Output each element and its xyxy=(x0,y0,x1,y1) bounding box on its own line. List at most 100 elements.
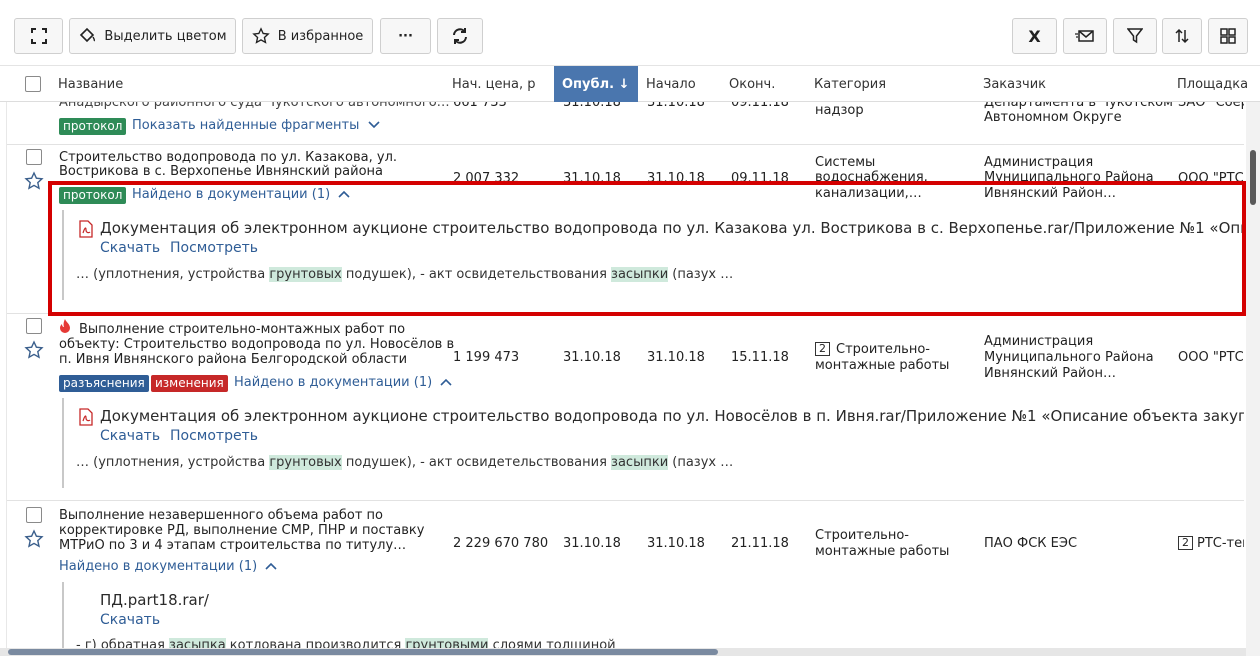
send-email-button[interactable] xyxy=(1063,18,1107,54)
row-customer-line2: Автономном Округе xyxy=(984,110,1122,125)
row-customer-line2: Муниципального Района xyxy=(984,170,1154,185)
column-header-published[interactable]: Опубл. ↓ xyxy=(554,66,638,102)
snippet-text: (пазух … xyxy=(668,267,734,282)
snippet-match: грунтовыми xyxy=(405,638,489,648)
snippet-text: котлована производится xyxy=(225,638,406,648)
show-fragments-link[interactable]: Показать найденные фрагменты xyxy=(132,118,380,133)
download-link[interactable]: Скачать xyxy=(100,612,160,628)
changes-badge: изменения xyxy=(151,375,228,392)
column-header-start[interactable]: Начало xyxy=(646,66,696,102)
row-start: 31.10.18 xyxy=(647,536,705,551)
favorite-star-icon[interactable] xyxy=(24,340,44,360)
more-actions-button[interactable]: ··· xyxy=(380,18,431,54)
fullscreen-button[interactable] xyxy=(14,18,63,54)
chevron-up-icon xyxy=(440,378,452,386)
fullscreen-icon xyxy=(30,28,47,44)
row-category-line1: Строительно- xyxy=(836,342,930,357)
row-platform: ООО "РТС xyxy=(1178,171,1244,186)
row-checkbox[interactable] xyxy=(26,149,42,165)
row-divider xyxy=(7,313,1244,314)
document-title[interactable]: Документация об электронном аукционе стр… xyxy=(100,407,1244,425)
row-title-line3[interactable]: МТРиО по 3 и 4 этапам строительства по т… xyxy=(59,538,406,553)
row-end: 09.11.18 xyxy=(731,102,789,110)
row-category-line1: Системы xyxy=(815,155,876,170)
download-link[interactable]: Скачать xyxy=(100,428,160,444)
found-in-docs-toggle[interactable]: Найдено в документации (1) xyxy=(234,375,452,390)
protocol-badge: протокол xyxy=(59,187,127,204)
document-title[interactable]: Документация об электронном аукционе стр… xyxy=(100,219,1244,237)
row-checkbox[interactable] xyxy=(26,507,42,523)
chevron-down-icon xyxy=(367,121,380,129)
row-category: надзор xyxy=(815,103,864,118)
row-customer-line1: Администрация xyxy=(984,334,1094,349)
document-snippet: … (уплотнения, устройства грунтовых поду… xyxy=(76,455,733,470)
found-in-docs-toggle[interactable]: Найдено в документации (1) xyxy=(59,559,277,574)
row-title-line2[interactable]: Вострикова в с. Верхопенье Ивнянский рай… xyxy=(59,164,383,179)
envelope-icon xyxy=(1075,30,1094,42)
highlight-color-label: Выделить цветом xyxy=(104,28,227,44)
row-customer-line1: Департамента в Чукотском xyxy=(984,102,1173,110)
row-title[interactable]: Анадырского районного суда Чукотского ав… xyxy=(59,102,450,110)
row-title-line1[interactable]: Выполнение строительно-монтажных работ п… xyxy=(79,322,405,337)
vertical-scrollbar[interactable] xyxy=(1246,102,1260,656)
protocol-badge: протокол xyxy=(59,118,127,135)
sort-button[interactable] xyxy=(1162,18,1202,54)
view-link[interactable]: Посмотреть xyxy=(170,240,258,256)
column-header-platform[interactable]: Площадка xyxy=(1177,66,1248,102)
toolbar: Выделить цветом В избранное ··· X xyxy=(0,0,1260,66)
row-title-line2[interactable]: корректировке РД, выполнение СМР, ПНР и … xyxy=(59,523,424,538)
view-link[interactable]: Посмотреть xyxy=(170,428,258,444)
row-customer-line3: Ивнянский Район… xyxy=(984,366,1116,381)
snippet-text: … (уплотнения, устройства xyxy=(76,267,270,282)
row-title-line1[interactable]: Строительство водопровода по ул. Казаков… xyxy=(59,150,397,165)
refresh-button[interactable] xyxy=(437,18,483,54)
select-all-checkbox[interactable] xyxy=(25,76,41,92)
row-published: 31.10.18 xyxy=(563,171,621,186)
row-end: 09.11.18 xyxy=(731,171,789,186)
export-excel-button[interactable]: X xyxy=(1012,18,1057,54)
document-fragment: Документация об электронном аукционе стр… xyxy=(62,210,1244,300)
found-in-docs-label: Найдено в документации (1) xyxy=(234,375,433,390)
column-header-customer[interactable]: Заказчик xyxy=(983,66,1046,102)
row-checkbox[interactable] xyxy=(26,318,42,334)
grid-view-button[interactable] xyxy=(1208,18,1248,54)
row-customer-line2: Муниципального Района xyxy=(984,350,1154,365)
row-divider xyxy=(7,144,1244,145)
document-snippet: … (уплотнения, устройства грунтовых поду… xyxy=(76,267,733,282)
horizontal-scrollbar-thumb[interactable] xyxy=(8,649,718,655)
row-category-line2: водоснабжения, xyxy=(815,170,928,185)
pdf-file-icon xyxy=(79,220,93,238)
column-header-end[interactable]: Оконч. xyxy=(729,66,775,102)
search-results-app: Выделить цветом В избранное ··· X Назван… xyxy=(0,0,1260,656)
download-link[interactable]: Скачать xyxy=(100,240,160,256)
row-platform: ЗАО "Сбер xyxy=(1178,102,1244,110)
column-header-category[interactable]: Категория xyxy=(814,66,886,102)
refresh-icon xyxy=(453,28,467,44)
found-in-docs-label: Найдено в документации (1) xyxy=(59,559,258,574)
row-title-line3[interactable]: п. Ивня Ивнянского района Белгородской о… xyxy=(59,352,407,367)
highlight-color-button[interactable]: Выделить цветом xyxy=(69,18,236,54)
row-published: 31.10.18 xyxy=(563,102,621,110)
row-title-line1[interactable]: Выполнение незавершенного объема работ п… xyxy=(59,508,383,523)
platform-count-box: 2 xyxy=(1178,536,1193,550)
column-header-name[interactable]: Название xyxy=(58,66,123,102)
filter-button[interactable] xyxy=(1113,18,1157,54)
favorite-star-icon[interactable] xyxy=(24,171,44,191)
document-title[interactable]: ПД.part18.rar/ xyxy=(100,591,209,609)
add-to-favorites-button[interactable]: В избранное xyxy=(242,18,373,54)
chevron-up-icon xyxy=(265,562,277,570)
found-in-docs-toggle[interactable]: Найдено в документации (1) xyxy=(132,187,350,202)
snippet-match: засыпки xyxy=(611,455,669,470)
row-price: 1 199 473 xyxy=(453,350,520,365)
fire-icon xyxy=(60,319,70,333)
snippet-text: (пазух … xyxy=(668,455,734,470)
horizontal-scrollbar[interactable] xyxy=(0,648,1246,656)
snippet-match: засыпки xyxy=(611,267,669,282)
column-header-price[interactable]: Нач. цена, р xyxy=(452,66,536,102)
favorite-star-icon[interactable] xyxy=(24,529,44,549)
row-category-line1: Строительно- xyxy=(815,528,909,543)
row-title-line2[interactable]: объекту: Строительство водопровода по ул… xyxy=(59,337,454,352)
vertical-scrollbar-thumb[interactable] xyxy=(1250,150,1256,205)
sort-arrows-icon xyxy=(1175,28,1189,44)
star-icon xyxy=(251,27,270,44)
